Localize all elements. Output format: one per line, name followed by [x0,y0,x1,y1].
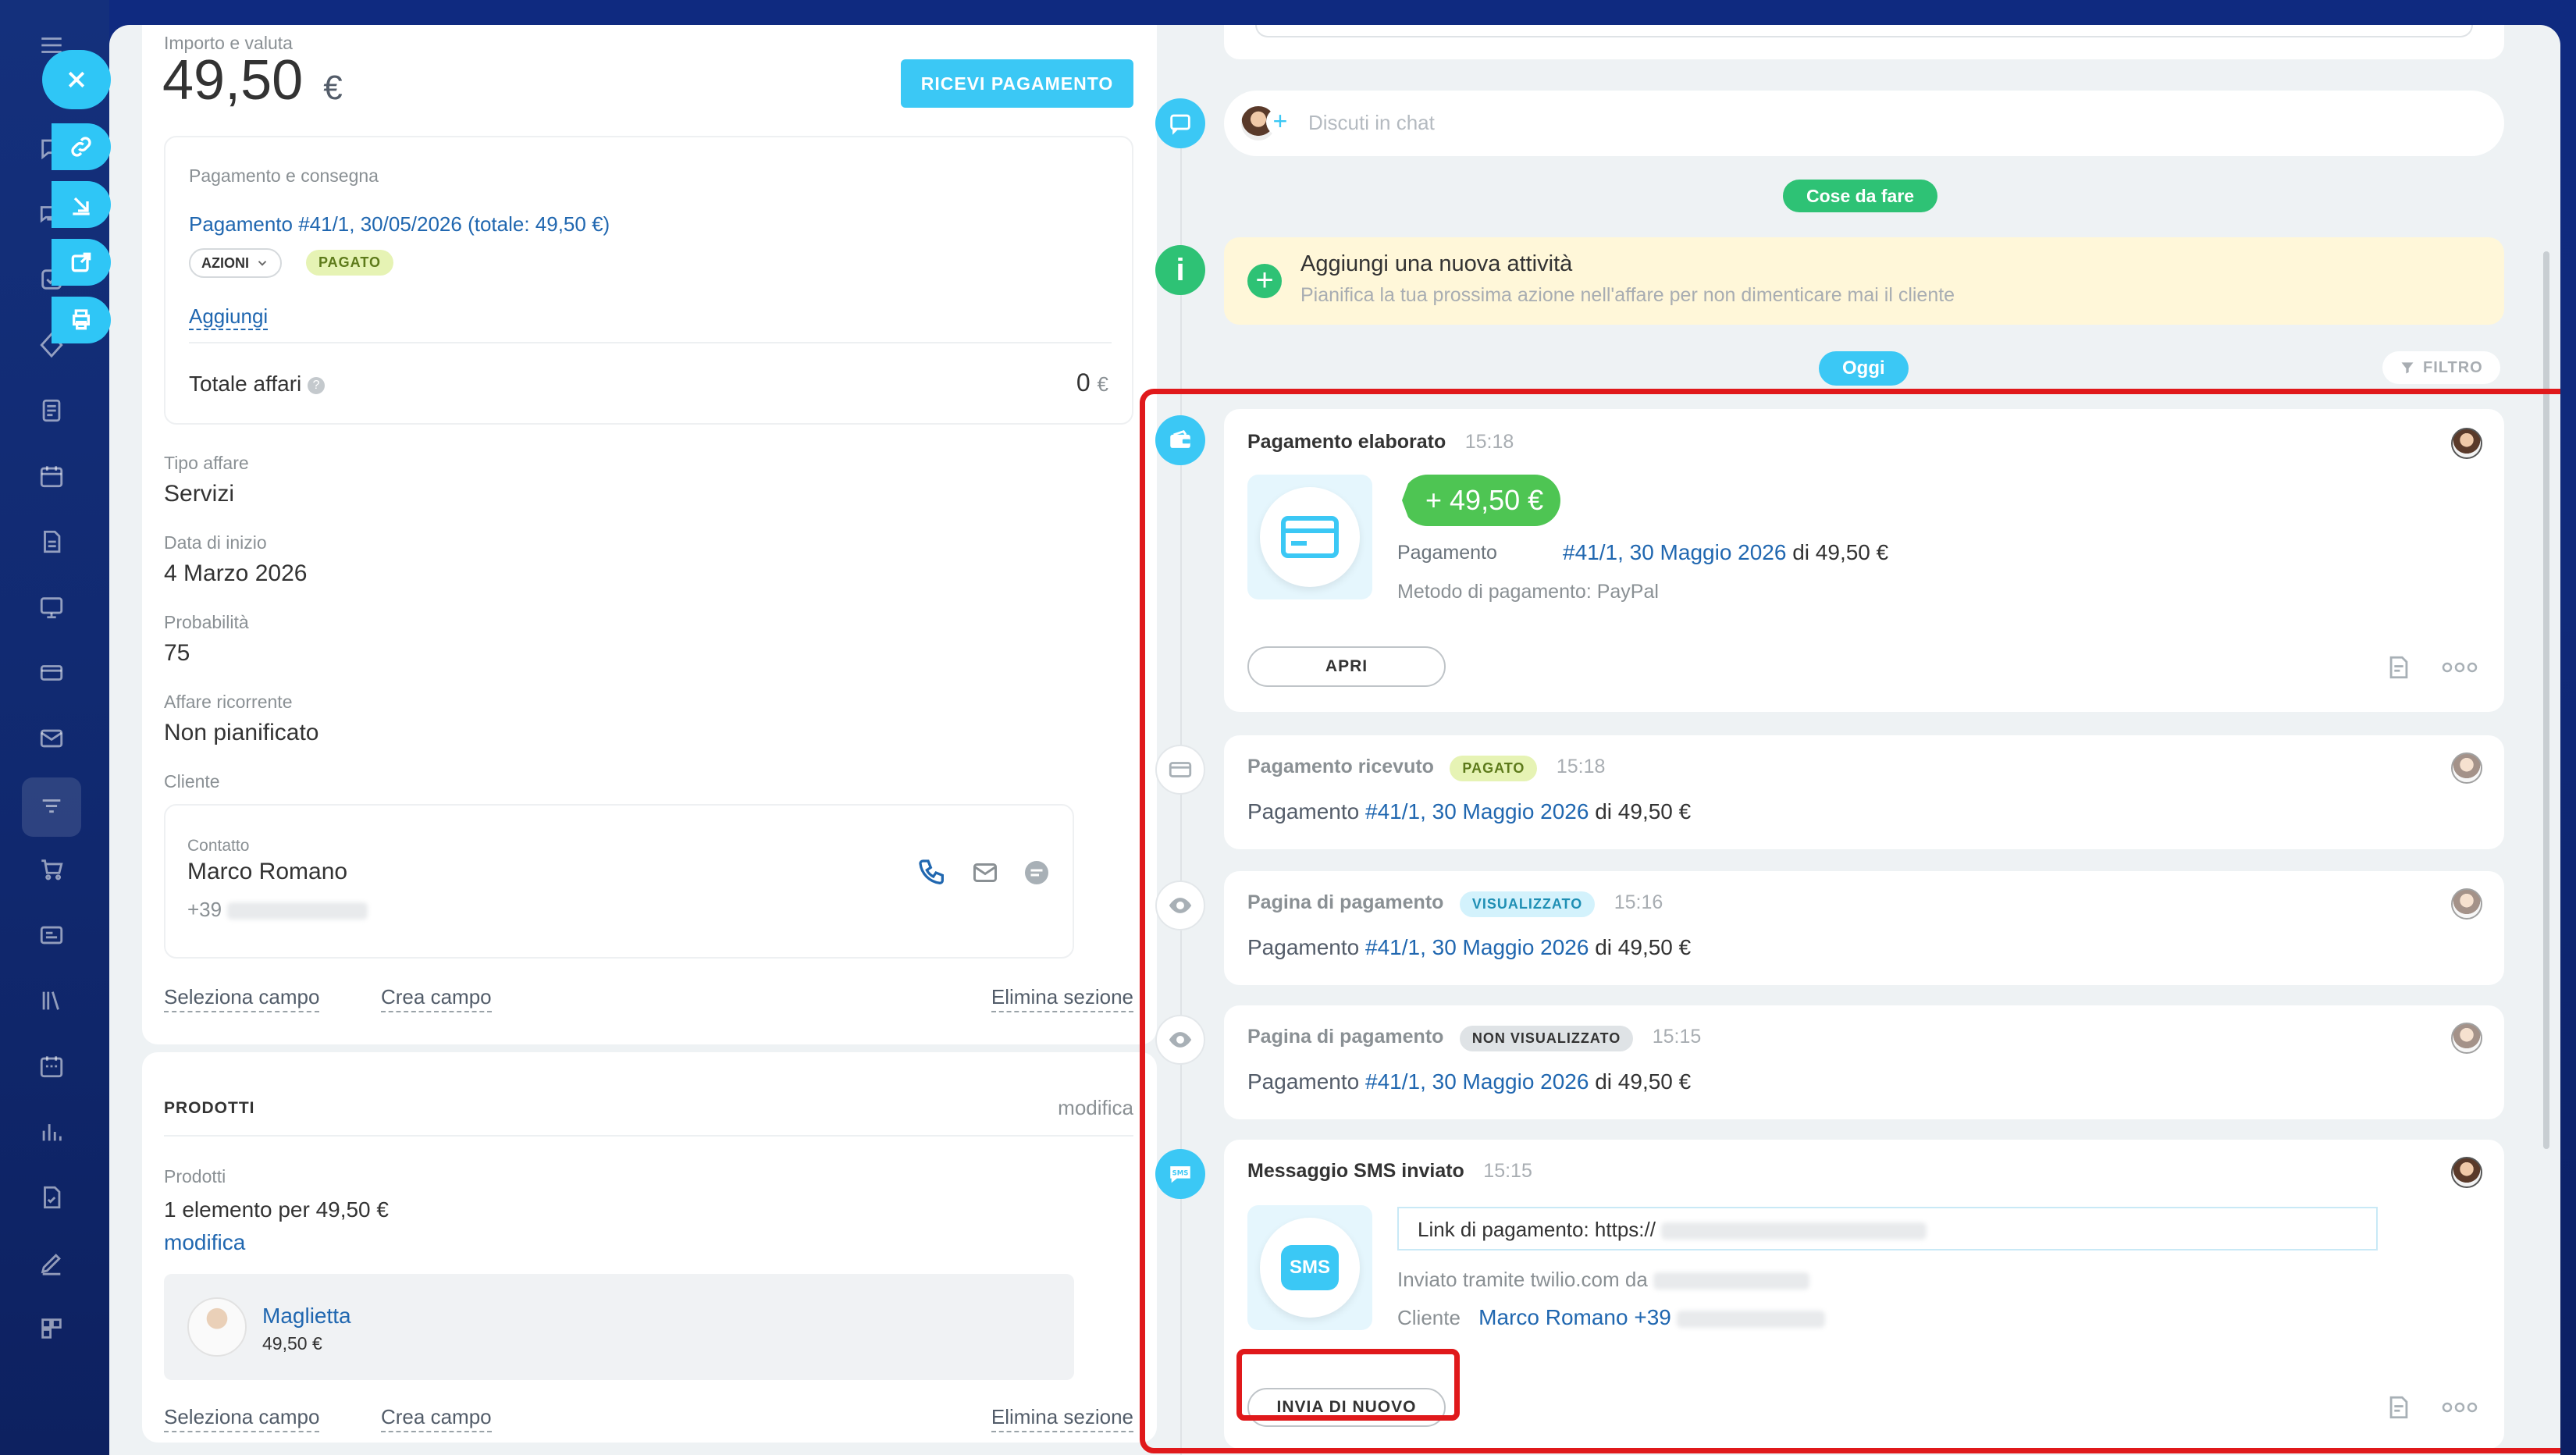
add-participant-icon[interactable]: + [1266,108,1294,136]
link-icon [71,137,91,157]
products-modify-header[interactable]: modifica [1058,1096,1133,1120]
more-icon[interactable] [34,1311,69,1346]
calendar-icon[interactable] [34,459,69,493]
pay-icon[interactable] [34,656,69,690]
feed-icon[interactable] [34,393,69,428]
product-name[interactable]: Maglietta [262,1304,351,1329]
automation-icon[interactable] [34,1180,69,1215]
download-button[interactable] [52,181,111,228]
field-value[interactable]: 75 [164,640,190,667]
product-item[interactable]: Maglietta 49,50 € [164,1274,1074,1380]
deal-info-card: Importo e valuta 49,50 € RICEVI PAGAMENT… [142,25,1157,1044]
copy-link-button[interactable] [52,123,111,170]
payment-link[interactable]: Pagamento #41/1, 30/05/2026 (totale: 49,… [189,212,610,237]
resend-highlight-frame [1236,1349,1460,1421]
contact-name[interactable]: Marco Romano [187,859,347,885]
chat-dot [1155,98,1205,148]
chevron-down-icon [258,261,267,266]
info-dot: i [1155,245,1205,295]
external-icon [71,252,91,272]
message-icon[interactable] [1023,859,1051,887]
board-icon[interactable] [34,590,69,624]
new-activity-card[interactable]: + Aggiungi una nuova attività Pianifica … [1224,237,2504,325]
client-contact-card: Contatto Marco Romano +39 [164,804,1074,959]
email-icon[interactable] [970,859,1001,887]
todo-tag: Cose da fare [1783,180,1938,212]
client-label: Cliente [164,771,220,792]
field-value[interactable]: Non pianificato [164,720,318,746]
field-label: Data di inizio [164,532,267,553]
phone-icon[interactable] [916,857,948,888]
chat-placeholder: Discuti in chat [1308,111,1435,134]
contact-phone[interactable]: +39 [187,898,368,922]
divider [189,342,1112,343]
product-image [187,1297,247,1357]
deal-slider-panel: Importo e valuta 49,50 € RICEVI PAGAMENT… [109,25,2560,1455]
create-field-link[interactable]: Crea campo [381,985,492,1012]
actions-dropdown[interactable]: AZIONI [189,248,282,278]
delete-section-link[interactable]: Elimina sezione [991,985,1133,1012]
select-field-link[interactable]: Seleziona campo [164,985,320,1012]
create-field-link[interactable]: Crea campo [381,1405,492,1432]
total-deals-label: Totale affari ? [189,372,326,397]
shop-icon[interactable] [34,852,69,887]
payment-delivery-section: Pagamento e consegna Pagamento #41/1, 30… [164,136,1133,425]
chat-input-card[interactable]: + Discuti in chat [1224,91,2504,156]
today-tag: Oggi [1819,351,1909,386]
field-value[interactable]: Servizi [164,481,234,507]
chat-icon [1170,114,1190,135]
product-price: 49,50 € [262,1333,322,1354]
mail-icon[interactable] [34,721,69,756]
comment-card [1224,25,2504,59]
products-modify-link[interactable]: modifica [164,1230,245,1255]
sign-icon[interactable] [34,1246,69,1280]
field-label: Tipo affare [164,453,249,473]
close-icon [68,71,85,88]
analytics-icon[interactable] [34,1115,69,1149]
documents-icon[interactable] [34,525,69,559]
products-title: PRODOTTI [164,1099,255,1117]
help-icon[interactable]: ? [308,376,326,394]
products-label: Prodotti [164,1166,226,1186]
amount-value: 49,50 € [162,49,343,112]
new-activity-title: Aggiungi una nuova attività [1300,251,1573,276]
receive-payment-button[interactable]: RICEVI PAGAMENTO [901,59,1133,108]
close-slider-button[interactable] [42,50,111,109]
info-icon: i [1176,252,1185,287]
select-field-link[interactable]: Seleziona campo [164,1405,320,1432]
field-label: Affare ricorrente [164,692,293,712]
print-button[interactable] [52,297,111,343]
contact-label: Contatto [187,837,250,855]
comment-input[interactable] [1255,25,2473,37]
download-icon [73,197,90,215]
add-link[interactable]: Aggiungi [189,304,269,330]
open-new-window-button[interactable] [52,239,111,286]
new-activity-subtitle: Pianifica la tua prossima azione nell'af… [1300,284,1955,306]
highlight-frame [1140,389,2560,1453]
field-value[interactable]: 4 Marzo 2026 [164,560,307,587]
delete-section-link[interactable]: Elimina sezione [991,1405,1133,1432]
payment-section-label: Pagamento e consegna [189,165,379,186]
field-label: Probabilità [164,612,249,632]
paid-badge: PAGATO [306,250,394,276]
divider [164,1135,1133,1137]
print-icon [73,309,90,330]
products-card: PRODOTTI modifica Prodotti 1 elemento pe… [142,1052,1157,1443]
schedule-icon[interactable] [34,1049,69,1083]
filter-button[interactable]: FILTRO [2382,351,2500,384]
library-icon[interactable] [34,984,69,1018]
products-summary: 1 elemento per 49,50 € [164,1197,389,1222]
filter-icon [2401,362,2414,374]
add-activity-icon[interactable]: + [1247,264,1282,298]
total-deals-value: 0 € [1076,368,1108,397]
contact-center-icon[interactable] [34,918,69,952]
crm-icon[interactable] [22,777,81,837]
